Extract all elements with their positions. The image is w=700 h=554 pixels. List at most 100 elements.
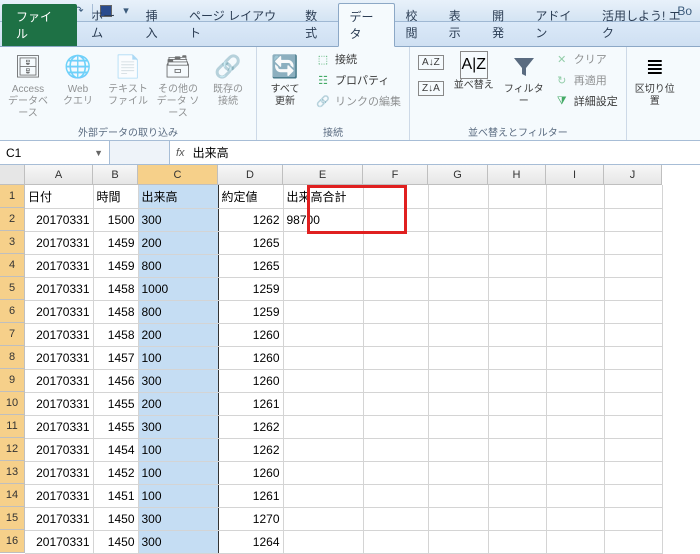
cell[interactable]: 100 [138, 438, 218, 461]
row-header[interactable]: 14 [0, 484, 25, 507]
cell[interactable]: 1455 [93, 392, 138, 415]
row-header[interactable]: 3 [0, 231, 25, 254]
cell[interactable] [604, 484, 662, 507]
col-header-I[interactable]: I [546, 165, 604, 185]
cell[interactable]: 100 [138, 461, 218, 484]
existing-conn-button[interactable]: 🔗既存の接続 [204, 49, 252, 110]
row-header[interactable]: 11 [0, 415, 25, 438]
access-button[interactable]: 🗄Accessデータベース [4, 49, 52, 122]
row-header[interactable]: 15 [0, 507, 25, 530]
cell[interactable] [546, 438, 604, 461]
cell[interactable]: 1260 [218, 346, 283, 369]
cell[interactable] [363, 323, 428, 346]
cell[interactable] [428, 507, 488, 530]
namebox-dropdown-icon[interactable]: ▼ [94, 148, 103, 158]
cell[interactable] [488, 254, 546, 277]
cell[interactable] [363, 185, 428, 208]
cell[interactable] [363, 507, 428, 530]
cell[interactable] [428, 300, 488, 323]
cell[interactable] [488, 484, 546, 507]
cell[interactable]: 200 [138, 323, 218, 346]
cell[interactable] [428, 484, 488, 507]
cell[interactable]: 1458 [93, 300, 138, 323]
cell[interactable] [546, 369, 604, 392]
cell[interactable] [546, 277, 604, 300]
col-header-B[interactable]: B [93, 165, 138, 185]
fx-icon[interactable]: fx [176, 147, 185, 159]
cell[interactable] [428, 254, 488, 277]
row-header[interactable]: 6 [0, 300, 25, 323]
cell[interactable] [488, 392, 546, 415]
cell[interactable]: 300 [138, 369, 218, 392]
cell[interactable] [428, 438, 488, 461]
tab-数式[interactable]: 数式 [295, 3, 338, 46]
row-header[interactable]: 10 [0, 392, 25, 415]
cell[interactable] [546, 346, 604, 369]
cell[interactable] [428, 208, 488, 231]
cell[interactable] [488, 438, 546, 461]
tab-表示[interactable]: 表示 [439, 3, 482, 46]
cell[interactable] [546, 415, 604, 438]
cell[interactable]: 20170331 [25, 277, 93, 300]
edit-links-button[interactable]: 🔗リンクの編集 [311, 91, 405, 111]
row-header[interactable]: 9 [0, 369, 25, 392]
cell[interactable] [428, 277, 488, 300]
connections-button[interactable]: ⬚接続 [311, 49, 405, 69]
tab-ページ レイアウト[interactable]: ページ レイアウト [179, 3, 295, 46]
tab-挿入[interactable]: 挿入 [136, 3, 179, 46]
cell[interactable] [604, 323, 662, 346]
cell[interactable] [363, 208, 428, 231]
row-header[interactable]: 13 [0, 461, 25, 484]
formula-text[interactable]: 出来高 [193, 144, 229, 161]
tab-ホーム[interactable]: ホーム [81, 3, 136, 46]
cell[interactable]: 1260 [218, 323, 283, 346]
cell[interactable] [604, 231, 662, 254]
row-header[interactable]: 1 [0, 185, 25, 208]
cell[interactable]: 1261 [218, 484, 283, 507]
sort-desc-button[interactable]: Z↓A [414, 75, 448, 101]
cell[interactable] [604, 438, 662, 461]
cell[interactable]: 1265 [218, 254, 283, 277]
cell[interactable]: 20170331 [25, 484, 93, 507]
cell[interactable] [488, 300, 546, 323]
cell[interactable]: 1259 [218, 277, 283, 300]
cell[interactable] [428, 231, 488, 254]
col-header-G[interactable]: G [428, 165, 488, 185]
cell[interactable] [546, 300, 604, 323]
cell[interactable]: 1457 [93, 346, 138, 369]
cell[interactable] [283, 461, 363, 484]
cell[interactable]: 1262 [218, 208, 283, 231]
cell[interactable] [546, 323, 604, 346]
row-header[interactable]: 8 [0, 346, 25, 369]
filter-button[interactable]: フィルター [500, 49, 548, 110]
cell[interactable] [488, 369, 546, 392]
col-header-A[interactable]: A [25, 165, 93, 185]
cell[interactable]: 20170331 [25, 231, 93, 254]
cell[interactable] [546, 484, 604, 507]
cell[interactable] [546, 231, 604, 254]
cell[interactable] [488, 185, 546, 208]
cell[interactable] [428, 369, 488, 392]
cell[interactable]: 98700 [283, 208, 363, 231]
col-header-F[interactable]: F [363, 165, 428, 185]
cell[interactable] [488, 231, 546, 254]
cell[interactable] [604, 415, 662, 438]
cell[interactable]: 20170331 [25, 346, 93, 369]
cell[interactable]: 200 [138, 392, 218, 415]
cell[interactable] [283, 323, 363, 346]
col-header-D[interactable]: D [218, 165, 283, 185]
reapply-button[interactable]: ↻再適用 [550, 70, 622, 90]
cell[interactable]: 1259 [218, 300, 283, 323]
cell[interactable] [488, 208, 546, 231]
col-header-C[interactable]: C [138, 165, 218, 185]
cell[interactable]: 20170331 [25, 392, 93, 415]
cell[interactable]: 200 [138, 231, 218, 254]
cell[interactable] [428, 392, 488, 415]
cell[interactable]: 1450 [93, 507, 138, 530]
cell[interactable] [546, 392, 604, 415]
cell[interactable]: 20170331 [25, 415, 93, 438]
row-header[interactable]: 4 [0, 254, 25, 277]
cell[interactable]: 1452 [93, 461, 138, 484]
text-to-columns-button[interactable]: ≣区切り位置 [631, 49, 679, 110]
tab-開発[interactable]: 開発 [482, 3, 525, 46]
